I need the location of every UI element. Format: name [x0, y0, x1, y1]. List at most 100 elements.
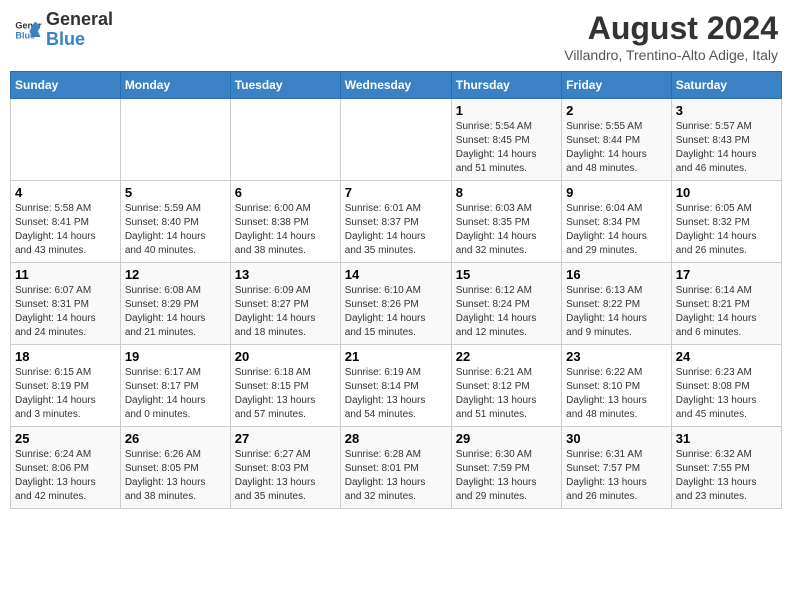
calendar-day-cell: 4 Sunrise: 5:58 AM Sunset: 8:41 PM Daylig…	[11, 181, 121, 263]
day-info: Sunrise: 6:01 AM Sunset: 8:37 PM Dayligh…	[345, 202, 447, 258]
calendar-day-cell	[340, 99, 451, 181]
day-info: Sunrise: 6:18 AM Sunset: 8:15 PM Dayligh…	[235, 366, 336, 422]
calendar-day-cell: 12 Sunrise: 6:08 AM Sunset: 8:29 PM Dayli…	[120, 263, 230, 345]
calendar-day-cell: 23Sunrise: 6:22 AM Sunset: 8:10 PM Dayli…	[562, 345, 672, 427]
weekday-header-row: SundayMondayTuesdayWednesdayThursdayFrid…	[11, 72, 782, 99]
calendar-day-cell: 17 Sunrise: 6:14 AM Sunset: 8:21 PM Dayli…	[671, 263, 781, 345]
calendar-day-cell: 24 Sunrise: 6:23 AM Sunset: 8:08 PM Dayli…	[671, 345, 781, 427]
weekday-header: Friday	[562, 72, 672, 99]
weekday-header: Wednesday	[340, 72, 451, 99]
day-info: Sunrise: 6:30 AM Sunset: 7:59 PM Dayligh…	[456, 448, 557, 504]
calendar-day-cell: 19 Sunrise: 6:17 AM Sunset: 8:17 PM Dayli…	[120, 345, 230, 427]
calendar-day-cell: 28 Sunrise: 6:28 AM Sunset: 8:01 PM Dayli…	[340, 427, 451, 509]
day-number: 9	[566, 185, 667, 200]
calendar-day-cell: 14 Sunrise: 6:10 AM Sunset: 8:26 PM Dayli…	[340, 263, 451, 345]
day-number: 27	[235, 431, 336, 446]
day-info: Sunrise: 6:00 AM Sunset: 8:38 PM Dayligh…	[235, 202, 336, 258]
day-info: Sunrise: 6:03 AM Sunset: 8:35 PM Dayligh…	[456, 202, 557, 258]
calendar-day-cell: 27Sunrise: 6:27 AM Sunset: 8:03 PM Dayli…	[230, 427, 340, 509]
day-number: 31	[676, 431, 777, 446]
day-info: Sunrise: 5:57 AM Sunset: 8:43 PM Dayligh…	[676, 120, 777, 176]
day-number: 10	[676, 185, 777, 200]
day-number: 4	[15, 185, 116, 200]
calendar-day-cell	[230, 99, 340, 181]
day-info: Sunrise: 6:28 AM Sunset: 8:01 PM Dayligh…	[345, 448, 447, 504]
day-number: 5	[125, 185, 226, 200]
day-info: Sunrise: 6:09 AM Sunset: 8:27 PM Dayligh…	[235, 284, 336, 340]
day-info: Sunrise: 6:04 AM Sunset: 8:34 PM Dayligh…	[566, 202, 667, 258]
day-info: Sunrise: 5:55 AM Sunset: 8:44 PM Dayligh…	[566, 120, 667, 176]
day-info: Sunrise: 6:17 AM Sunset: 8:17 PM Dayligh…	[125, 366, 226, 422]
calendar-week-row: 18Sunrise: 6:15 AM Sunset: 8:19 PM Dayli…	[11, 345, 782, 427]
calendar-day-cell	[11, 99, 121, 181]
day-info: Sunrise: 6:14 AM Sunset: 8:21 PM Dayligh…	[676, 284, 777, 340]
calendar-table: SundayMondayTuesdayWednesdayThursdayFrid…	[10, 71, 782, 509]
calendar-week-row: 11 Sunrise: 6:07 AM Sunset: 8:31 PM Dayli…	[11, 263, 782, 345]
logo-icon: General Blue	[14, 16, 42, 44]
calendar-day-cell: 13 Sunrise: 6:09 AM Sunset: 8:27 PM Dayli…	[230, 263, 340, 345]
day-number: 28	[345, 431, 447, 446]
day-number: 29	[456, 431, 557, 446]
day-number: 3	[676, 103, 777, 118]
calendar-day-cell: 15Sunrise: 6:12 AM Sunset: 8:24 PM Dayli…	[451, 263, 561, 345]
day-info: Sunrise: 6:10 AM Sunset: 8:26 PM Dayligh…	[345, 284, 447, 340]
weekday-header: Monday	[120, 72, 230, 99]
day-info: Sunrise: 5:58 AM Sunset: 8:41 PM Dayligh…	[15, 202, 116, 258]
logo: General Blue GeneralBlue	[14, 10, 113, 50]
day-number: 30	[566, 431, 667, 446]
day-number: 18	[15, 349, 116, 364]
weekday-header: Sunday	[11, 72, 121, 99]
calendar-day-cell: 9 Sunrise: 6:04 AM Sunset: 8:34 PM Daylig…	[562, 181, 672, 263]
calendar-day-cell: 31 Sunrise: 6:32 AM Sunset: 7:55 PM Dayli…	[671, 427, 781, 509]
day-number: 14	[345, 267, 447, 282]
weekday-header: Saturday	[671, 72, 781, 99]
day-number: 21	[345, 349, 447, 364]
calendar-day-cell: 6Sunrise: 6:00 AM Sunset: 8:38 PM Daylig…	[230, 181, 340, 263]
day-info: Sunrise: 6:05 AM Sunset: 8:32 PM Dayligh…	[676, 202, 777, 258]
day-info: Sunrise: 6:23 AM Sunset: 8:08 PM Dayligh…	[676, 366, 777, 422]
day-number: 16	[566, 267, 667, 282]
day-number: 17	[676, 267, 777, 282]
calendar-day-cell	[120, 99, 230, 181]
calendar-day-cell: 18Sunrise: 6:15 AM Sunset: 8:19 PM Dayli…	[11, 345, 121, 427]
day-info: Sunrise: 6:19 AM Sunset: 8:14 PM Dayligh…	[345, 366, 447, 422]
weekday-header: Tuesday	[230, 72, 340, 99]
weekday-header: Thursday	[451, 72, 561, 99]
logo-text: GeneralBlue	[46, 10, 113, 50]
day-info: Sunrise: 6:08 AM Sunset: 8:29 PM Dayligh…	[125, 284, 226, 340]
day-number: 12	[125, 267, 226, 282]
day-number: 2	[566, 103, 667, 118]
day-number: 8	[456, 185, 557, 200]
title-block: August 2024 Villandro, Trentino-Alto Adi…	[564, 10, 778, 63]
calendar-day-cell: 7 Sunrise: 6:01 AM Sunset: 8:37 PM Daylig…	[340, 181, 451, 263]
calendar-day-cell: 1Sunrise: 5:54 AM Sunset: 8:45 PM Daylig…	[451, 99, 561, 181]
calendar-day-cell: 2 Sunrise: 5:55 AM Sunset: 8:44 PM Daylig…	[562, 99, 672, 181]
day-info: Sunrise: 6:26 AM Sunset: 8:05 PM Dayligh…	[125, 448, 226, 504]
day-number: 24	[676, 349, 777, 364]
day-number: 1	[456, 103, 557, 118]
calendar-week-row: 1Sunrise: 5:54 AM Sunset: 8:45 PM Daylig…	[11, 99, 782, 181]
day-info: Sunrise: 6:07 AM Sunset: 8:31 PM Dayligh…	[15, 284, 116, 340]
calendar-day-cell: 29 Sunrise: 6:30 AM Sunset: 7:59 PM Dayli…	[451, 427, 561, 509]
day-number: 7	[345, 185, 447, 200]
day-number: 23	[566, 349, 667, 364]
day-info: Sunrise: 6:24 AM Sunset: 8:06 PM Dayligh…	[15, 448, 116, 504]
day-info: Sunrise: 5:59 AM Sunset: 8:40 PM Dayligh…	[125, 202, 226, 258]
calendar-week-row: 25Sunrise: 6:24 AM Sunset: 8:06 PM Dayli…	[11, 427, 782, 509]
location: Villandro, Trentino-Alto Adige, Italy	[564, 47, 778, 63]
calendar-day-cell: 30 Sunrise: 6:31 AM Sunset: 7:57 PM Dayli…	[562, 427, 672, 509]
calendar-day-cell: 11 Sunrise: 6:07 AM Sunset: 8:31 PM Dayli…	[11, 263, 121, 345]
month-year: August 2024	[564, 10, 778, 47]
day-info: Sunrise: 6:12 AM Sunset: 8:24 PM Dayligh…	[456, 284, 557, 340]
day-info: Sunrise: 6:32 AM Sunset: 7:55 PM Dayligh…	[676, 448, 777, 504]
calendar-day-cell: 25Sunrise: 6:24 AM Sunset: 8:06 PM Dayli…	[11, 427, 121, 509]
calendar-day-cell: 21 Sunrise: 6:19 AM Sunset: 8:14 PM Dayli…	[340, 345, 451, 427]
calendar-day-cell: 16Sunrise: 6:13 AM Sunset: 8:22 PM Dayli…	[562, 263, 672, 345]
day-number: 13	[235, 267, 336, 282]
day-number: 19	[125, 349, 226, 364]
day-number: 22	[456, 349, 557, 364]
day-number: 11	[15, 267, 116, 282]
day-info: Sunrise: 6:31 AM Sunset: 7:57 PM Dayligh…	[566, 448, 667, 504]
day-number: 20	[235, 349, 336, 364]
page-header: General Blue GeneralBlue August 2024 Vil…	[10, 10, 782, 63]
